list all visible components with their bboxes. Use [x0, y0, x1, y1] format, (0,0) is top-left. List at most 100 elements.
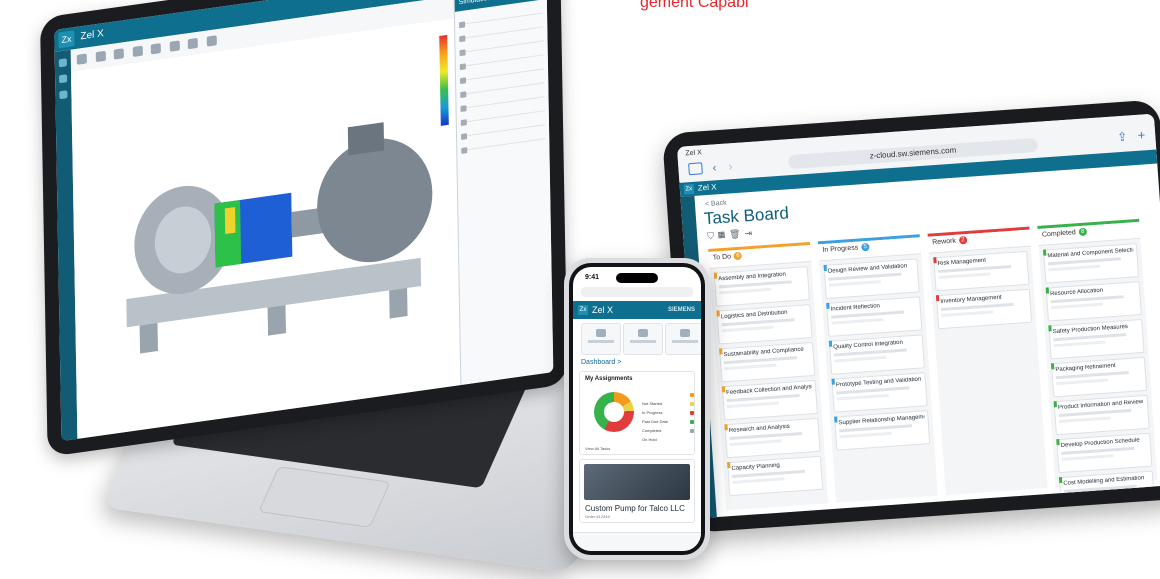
task-card[interactable]: Capacity Planning — [727, 455, 824, 497]
back-icon[interactable]: ‹ — [712, 160, 717, 174]
product-card[interactable]: Custom Pump for Talco LLC Order #12345 — [579, 459, 695, 523]
pump-model-icon — [126, 122, 433, 354]
priority-marker — [716, 310, 720, 317]
task-card[interactable]: Risk Management — [933, 250, 1030, 292]
forward-icon[interactable]: › — [728, 159, 733, 173]
filter-icon[interactable]: ⛉ — [707, 230, 718, 241]
task-card[interactable]: Quality Control Integration — [828, 334, 925, 375]
task-meta — [1050, 302, 1103, 310]
dynamic-island — [616, 273, 658, 283]
task-meta — [1064, 492, 1116, 499]
priority-marker — [831, 378, 835, 385]
task-card[interactable]: Research and Analysis — [724, 417, 821, 459]
requests-icon — [680, 329, 690, 337]
export-icon[interactable]: ⇥ — [744, 228, 756, 239]
count-badge: 6 — [733, 251, 743, 261]
priority-marker — [1058, 476, 1063, 484]
board-column-todo: To Do 6 Assembly and Integration Logistics … — [708, 241, 829, 511]
tablet-screen: Zel X ‹ › z-cloud.sw.siemens.com ⇪ + Zx … — [676, 113, 1160, 519]
tool-button-icon[interactable] — [132, 45, 143, 58]
rail-icon[interactable] — [58, 58, 67, 68]
address-bar[interactable] — [581, 287, 693, 297]
priority-marker — [826, 302, 830, 309]
task-card[interactable]: Resource Allocation — [1045, 281, 1142, 322]
legend-item: In Progress — [642, 401, 694, 415]
task-card[interactable]: Material and Component Selection — [1042, 243, 1140, 284]
tool-button-icon[interactable] — [150, 43, 162, 55]
task-card[interactable]: Inventory Management — [935, 288, 1033, 330]
result-color-scale — [439, 34, 449, 126]
share-icon[interactable]: ⇪ — [1117, 130, 1128, 145]
task-card[interactable]: Develop Production Schedule — [1056, 432, 1153, 474]
column-title: To Do — [712, 253, 732, 262]
task-card[interactable]: Cost Modelling and Estimation — [1058, 470, 1156, 512]
board-toolbar: ⛉▦🗑⇥ — [707, 228, 757, 242]
priority-marker — [834, 416, 838, 423]
column-title: In Progress — [822, 244, 859, 254]
task-card[interactable]: Supplier Relationship Management — [834, 410, 931, 451]
tool-button-icon[interactable] — [169, 40, 180, 52]
task-meta — [724, 363, 777, 371]
legend-swatch — [690, 402, 694, 406]
task-meta — [729, 439, 782, 447]
product-title: Custom Pump for Talco LLC — [585, 504, 685, 513]
task-card[interactable]: Product Information and Review — [1053, 394, 1150, 436]
laptop-lid: Zx Zel X — [40, 0, 568, 457]
task-card[interactable]: Prototype Testing and Validation — [831, 372, 928, 413]
rail-icon[interactable] — [59, 74, 68, 84]
priority-marker — [933, 257, 937, 264]
priority-marker — [1045, 287, 1050, 294]
task-meta — [1056, 378, 1108, 386]
column-header: Rework 2 — [927, 229, 1031, 254]
task-card[interactable]: Packaging Refinement — [1050, 356, 1148, 398]
status-donut-chart — [594, 392, 634, 432]
task-card[interactable]: Safety Production Measures — [1048, 318, 1145, 360]
priority-marker — [828, 340, 833, 347]
task-card[interactable]: Sustainability and Compliance — [719, 341, 816, 383]
priority-marker — [1053, 401, 1058, 408]
app-logo-icon: Zx — [578, 305, 588, 315]
tool-button-icon[interactable] — [77, 53, 88, 65]
rail-icon[interactable] — [59, 90, 68, 100]
app-name: Zel X — [697, 182, 717, 193]
task-card[interactable]: Assembly and Integration — [713, 266, 810, 307]
product-subtitle: Order #12345 — [585, 514, 610, 519]
app-logo-icon: Zx — [683, 183, 695, 195]
3d-viewport[interactable] — [71, 17, 462, 439]
tool-button-icon[interactable] — [206, 35, 217, 47]
quick-action-capacity-planning[interactable] — [623, 323, 663, 355]
priority-marker — [1050, 363, 1055, 370]
tool-button-icon[interactable] — [95, 50, 106, 63]
task-card[interactable]: Feedback Collection and Analysis — [721, 379, 818, 421]
task-meta — [1048, 264, 1100, 272]
browser-tab[interactable]: Zel X — [685, 149, 702, 157]
task-card[interactable]: Design Review and Validation — [823, 258, 920, 299]
task-card[interactable]: Logistics and Distribution — [716, 304, 813, 345]
legend-item: Not Started — [642, 392, 694, 406]
tool-button-icon[interactable] — [114, 48, 125, 60]
dashboard-link[interactable]: Dashboard > — [581, 359, 621, 366]
new-tab-icon[interactable]: + — [1137, 127, 1146, 142]
board-column-in-progress: In Progress 5 Design Review and Validation… — [817, 234, 938, 503]
view-all-link[interactable]: View All Tasks — [585, 446, 610, 451]
sidebar-toggle-icon[interactable] — [688, 162, 703, 176]
column-header: Completed 8 — [1037, 221, 1141, 246]
group-icon[interactable]: ▦ — [718, 230, 730, 241]
planning-icon — [638, 329, 648, 337]
count-badge: 5 — [860, 242, 870, 252]
task-meta — [721, 325, 774, 333]
phone-screen: 9:41 Zx Zel X SIEMENS Dashboard > My Ass… — [573, 267, 701, 551]
quick-action-create-project[interactable] — [581, 323, 621, 355]
tool-button-icon[interactable] — [187, 37, 199, 50]
board-column-completed: Completed 8 Material and Component Selecti… — [1037, 218, 1158, 512]
task-meta — [732, 477, 785, 484]
task-meta — [828, 280, 881, 287]
priority-marker — [823, 264, 827, 272]
legend-item: On Hold — [642, 428, 694, 442]
task-card[interactable]: Incident Reflection — [826, 296, 923, 337]
assignments-card: My Assignments Not Started In Progress Pas… — [579, 371, 695, 455]
column-title: Completed — [1041, 229, 1076, 239]
delete-icon[interactable]: 🗑 — [729, 228, 745, 239]
quick-action-requests[interactable] — [665, 323, 701, 355]
task-meta — [941, 310, 993, 317]
